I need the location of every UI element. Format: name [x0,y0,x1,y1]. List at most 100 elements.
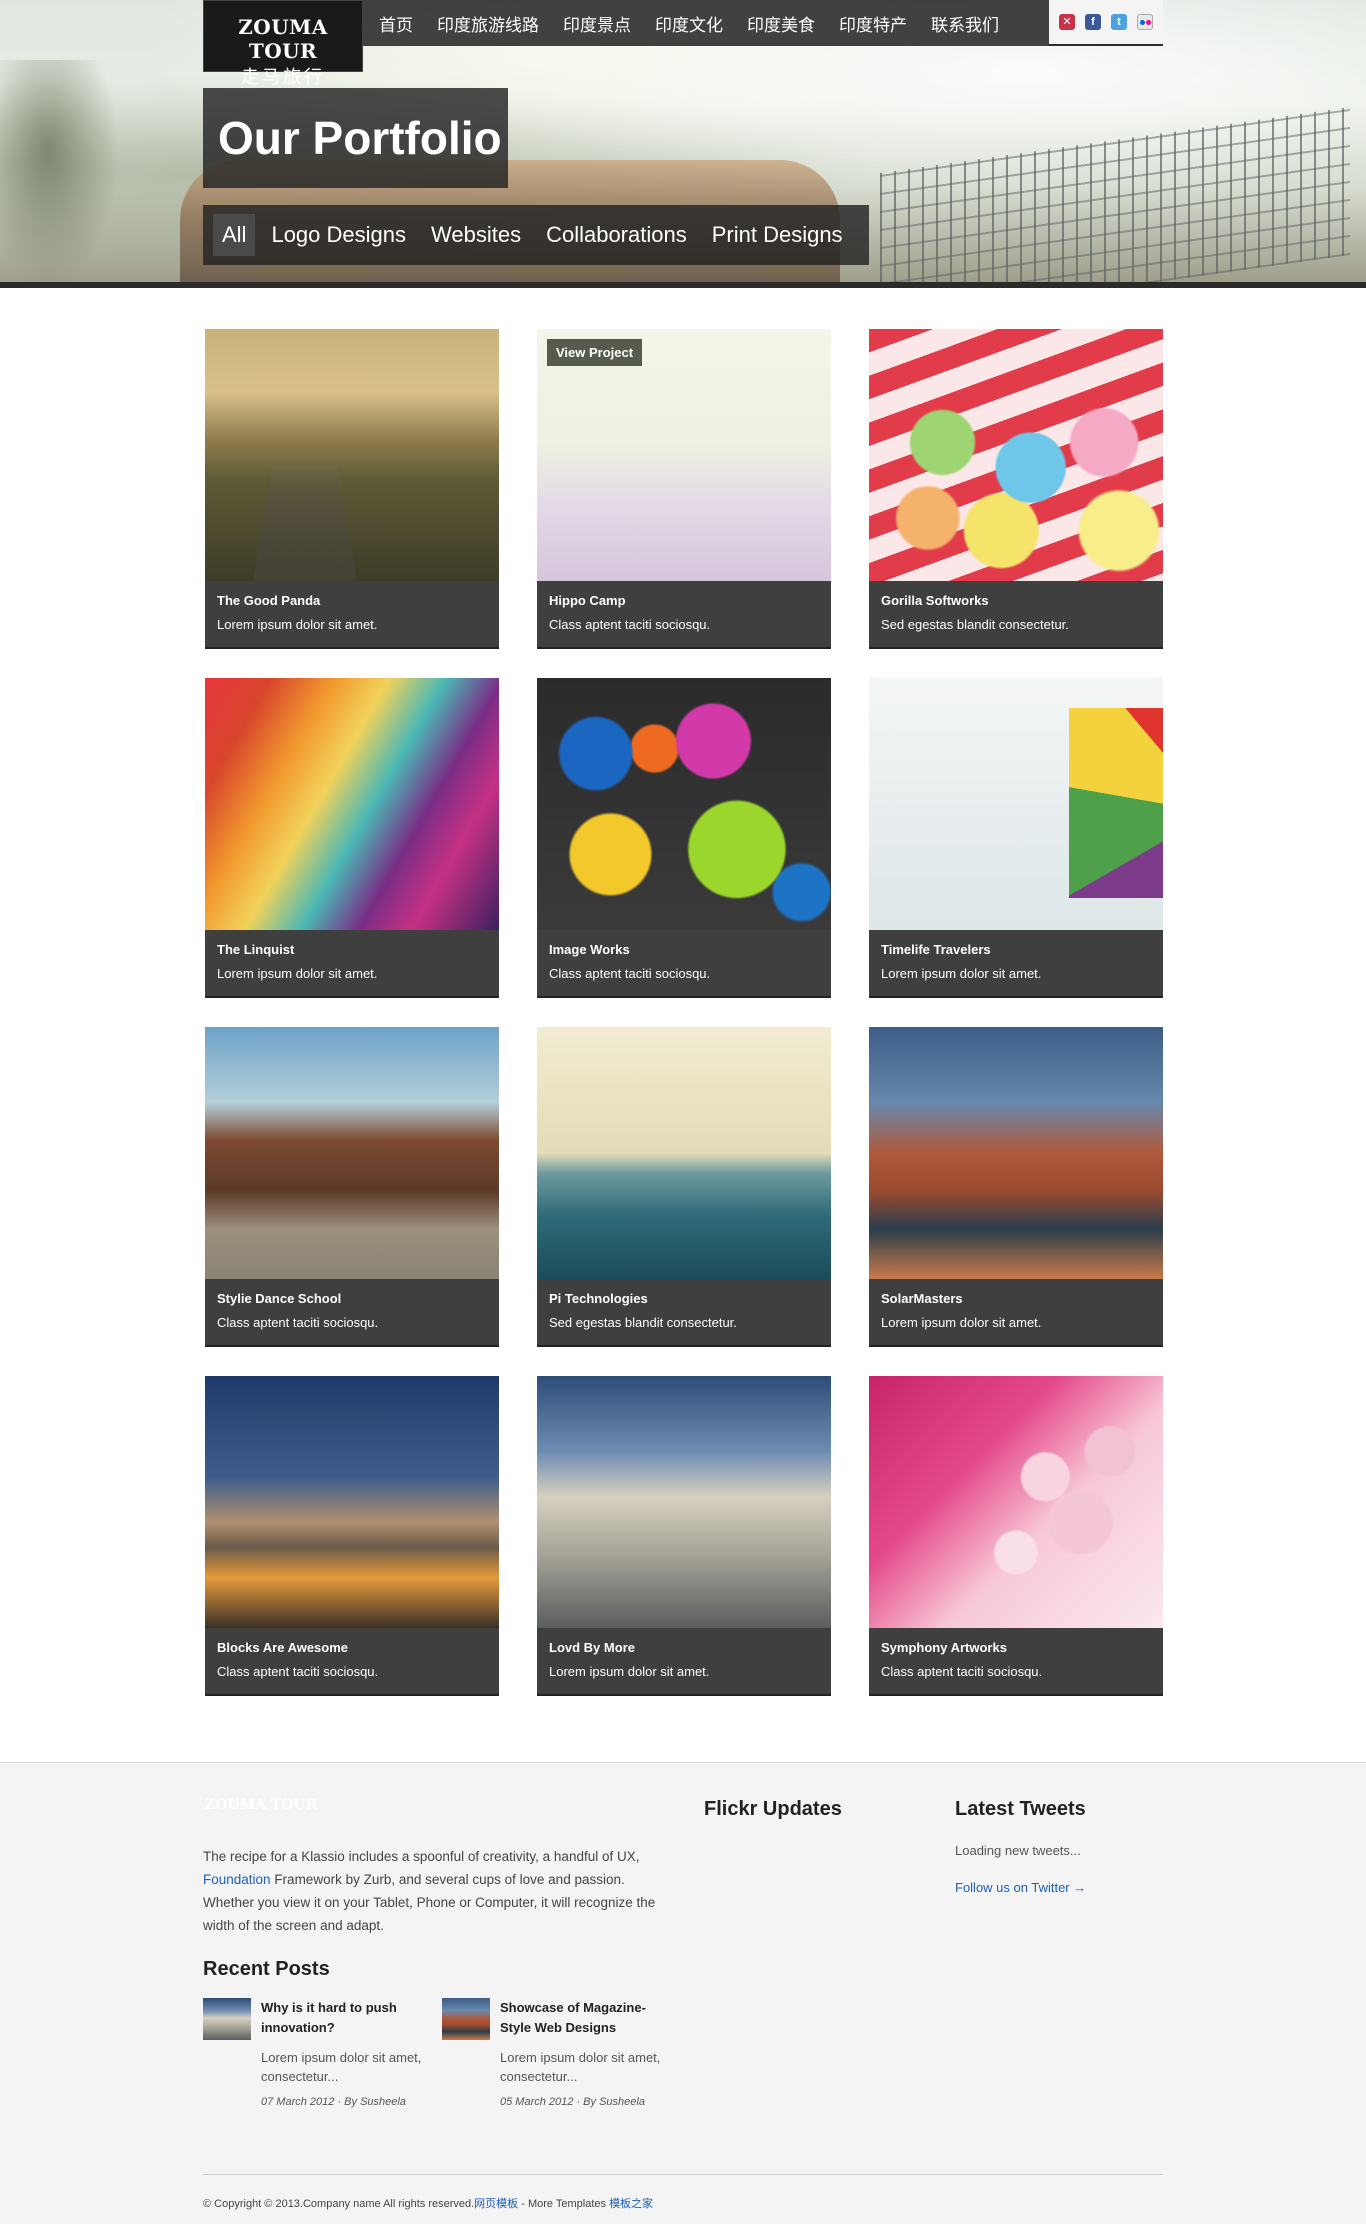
portfolio-desc: Lorem ipsum dolor sit amet. [881,966,1042,981]
post-excerpt: Lorem ipsum dolor sit amet, consectetur.… [261,2050,422,2084]
post-date: 07 March 2012 [261,2096,335,2108]
portfolio-image[interactable] [869,329,1163,581]
post-author: By Susheela [583,2096,645,2108]
copyright: © Copyright © 2013.Company name All righ… [203,2195,653,2211]
site-logo[interactable]: ZOUMA TOUR 走马旅行 [203,0,363,87]
tweets-loading-text: Loading new tweets... [955,1843,1081,1858]
post-meta: 05 March 2012 · By Susheela [500,2096,645,2108]
flickr-icon[interactable] [1137,14,1153,30]
filter-all[interactable]: All [213,214,256,256]
footer-logo[interactable]: ZOUMA TOUR [205,1797,317,1813]
twitter-icon[interactable]: t [1111,14,1127,30]
filter-logo-designs[interactable]: Logo Designs [262,214,415,256]
hero-bottom-strip [0,282,1366,288]
social-links: ✕ f t [1049,0,1163,46]
portfolio-item[interactable]: Gorilla Softworks Sed egestas blandit co… [869,329,1163,649]
portfolio-title[interactable]: Stylie Dance School [217,1291,487,1306]
filter-websites[interactable]: Websites [422,214,530,256]
post-excerpt: Lorem ipsum dolor sit amet, consectetur.… [500,2050,661,2084]
nav-item-attractions[interactable]: 印度景点 [563,11,631,36]
site-footer: ZOUMA TOUR The recipe for a Klassio incl… [0,1762,1366,2224]
logo-text-cn: 走马旅行 [241,67,325,87]
portfolio-desc: Class aptent taciti sociosqu. [549,617,711,632]
flickr-heading: Flickr Updates [704,1798,842,1820]
post-thumbnail[interactable] [203,1998,251,2040]
portfolio-desc: Sed egestas blandit consectetur. [881,617,1069,632]
portfolio-caption: Stylie Dance School Class aptent taciti … [205,1279,499,1345]
portfolio-desc: Lorem ipsum dolor sit amet. [549,1664,710,1679]
portfolio-caption: Pi Technologies Sed egestas blandit cons… [537,1279,831,1345]
portfolio-item[interactable]: Lovd By More Lorem ipsum dolor sit amet. [537,1376,831,1696]
portfolio-item[interactable]: SolarMasters Lorem ipsum dolor sit amet. [869,1027,1163,1347]
portfolio-caption: SolarMasters Lorem ipsum dolor sit amet. [869,1279,1163,1345]
portfolio-item[interactable]: Timelife Travelers Lorem ipsum dolor sit… [869,678,1163,998]
more-templates-link[interactable]: 模板之家 [609,2198,653,2210]
portfolio-title[interactable]: The Linquist [217,942,487,957]
post-title[interactable]: Showcase of Magazine-Style Web Designs [500,1998,670,2038]
portfolio-image[interactable]: View Project [537,329,831,581]
portfolio-image[interactable] [869,1376,1163,1628]
about-text-start: The recipe for a Klassio includes a spoo… [203,1849,640,1864]
logo-text-en: ZOUMA TOUR [238,15,328,63]
portfolio-caption: Symphony Artworks Class aptent taciti so… [869,1628,1163,1694]
portfolio-image[interactable] [537,678,831,930]
foundation-link[interactable]: Foundation [203,1872,271,1887]
portfolio-item[interactable]: Stylie Dance School Class aptent taciti … [205,1027,499,1347]
portfolio-image[interactable] [205,1027,499,1279]
portfolio-title[interactable]: Timelife Travelers [881,942,1151,957]
tweets-heading: Latest Tweets [955,1798,1086,1820]
portfolio-item[interactable]: The Linquist Lorem ipsum dolor sit amet. [205,678,499,998]
view-project-button[interactable]: View Project [547,339,643,366]
portfolio-image[interactable] [869,678,1163,930]
filter-print-designs[interactable]: Print Designs [703,214,852,256]
portfolio-caption: The Linquist Lorem ipsum dolor sit amet. [205,930,499,996]
template-link[interactable]: 网页模板 [474,2198,518,2210]
filter-collaborations[interactable]: Collaborations [537,214,696,256]
portfolio-image[interactable] [205,678,499,930]
portfolio-title[interactable]: Gorilla Softworks [881,593,1151,608]
portfolio-image[interactable] [537,1376,831,1628]
nav-item-food[interactable]: 印度美食 [747,11,815,36]
portfolio-title[interactable]: Hippo Camp [549,593,819,608]
facebook-icon[interactable]: f [1085,14,1101,30]
follow-twitter-link[interactable]: Follow us on Twitter → [955,1880,1086,1895]
portfolio-filters: All Logo Designs Websites Collaborations… [203,205,869,265]
nav-item-specialties[interactable]: 印度特产 [839,11,907,36]
post-title[interactable]: Why is it hard to push innovation? [261,1998,431,2038]
portfolio-caption: The Good Panda Lorem ipsum dolor sit ame… [205,581,499,647]
portfolio-image[interactable] [537,1027,831,1279]
portfolio-title[interactable]: Blocks Are Awesome [217,1640,487,1655]
portfolio-item[interactable]: The Good Panda Lorem ipsum dolor sit ame… [205,329,499,649]
post-thumbnail[interactable] [442,1998,490,2040]
portfolio-title[interactable]: Image Works [549,942,819,957]
portfolio-desc: Class aptent taciti sociosqu. [217,1664,379,1679]
portfolio-title[interactable]: Lovd By More [549,1640,819,1655]
portfolio-caption: Blocks Are Awesome Class aptent taciti s… [205,1628,499,1694]
portfolio-item[interactable]: Image Works Class aptent taciti sociosqu… [537,678,831,998]
portfolio-desc: Class aptent taciti sociosqu. [549,966,711,981]
recent-posts-heading: Recent Posts [203,1958,330,1980]
portfolio-title[interactable]: SolarMasters [881,1291,1151,1306]
portfolio-caption: Image Works Class aptent taciti sociosqu… [537,930,831,996]
footer-about-text: The recipe for a Klassio includes a spoo… [203,1845,663,1937]
copyright-text: © Copyright © 2013.Company name All righ… [203,2198,475,2210]
flag-uk-icon[interactable]: ✕ [1059,14,1075,30]
portfolio-desc: Class aptent taciti sociosqu. [217,1315,379,1330]
portfolio-title[interactable]: Symphony Artworks [881,1640,1151,1655]
nav-item-home[interactable]: 首页 [379,11,413,36]
portfolio-title[interactable]: Pi Technologies [549,1291,819,1306]
portfolio-title[interactable]: The Good Panda [217,593,487,608]
nav-item-culture[interactable]: 印度文化 [655,11,723,36]
portfolio-image[interactable] [205,329,499,581]
nav-item-contact[interactable]: 联系我们 [931,11,999,36]
nav-item-routes[interactable]: 印度旅游线路 [437,11,539,36]
portfolio-item[interactable]: View Project Hippo Camp Class aptent tac… [537,329,831,649]
portfolio-item[interactable]: Symphony Artworks Class aptent taciti so… [869,1376,1163,1696]
portfolio-desc: Class aptent taciti sociosqu. [881,1664,1043,1679]
portfolio-image[interactable] [869,1027,1163,1279]
portfolio-desc: Lorem ipsum dolor sit amet. [217,966,378,981]
portfolio-item[interactable]: Blocks Are Awesome Class aptent taciti s… [205,1376,499,1696]
portfolio-caption: Lovd By More Lorem ipsum dolor sit amet. [537,1628,831,1694]
portfolio-item[interactable]: Pi Technologies Sed egestas blandit cons… [537,1027,831,1347]
portfolio-image[interactable] [205,1376,499,1628]
